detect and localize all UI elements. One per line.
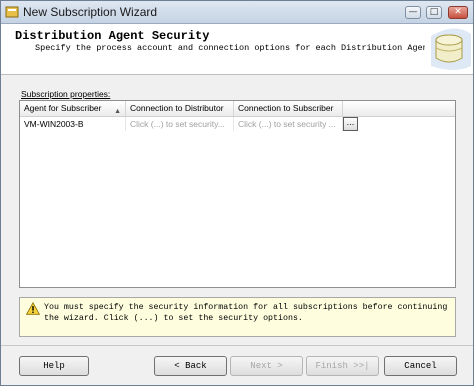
finish-button[interactable]: Finish >>| <box>306 356 379 376</box>
wizard-window: New Subscription Wizard — □ ✕ Distributi… <box>0 0 474 386</box>
minimize-button[interactable]: — <box>405 6 421 19</box>
title-bar[interactable]: New Subscription Wizard — □ ✕ <box>1 1 473 24</box>
next-button[interactable]: Next > <box>230 356 303 376</box>
distributor-connection-cell[interactable]: Click (...) to set security... <box>126 117 234 131</box>
column-header-distributor[interactable]: Connection to Distributor <box>126 101 234 116</box>
subscriber-cell[interactable]: VM-WIN2003-B <box>20 117 126 131</box>
close-button[interactable]: ✕ <box>448 6 468 19</box>
page-subtitle: Specify the process account and connecti… <box>35 43 438 53</box>
subscriber-connection-cell[interactable]: Click (...) to set security ... <box>234 117 343 131</box>
grid-header: Agent for Subscriber ▲ Connection to Dis… <box>20 101 455 117</box>
column-header-agent[interactable]: Agent for Subscriber ▲ <box>20 101 126 116</box>
wizard-database-icon <box>425 26 471 72</box>
page-header: Distribution Agent Security Specify the … <box>1 24 473 75</box>
set-security-button[interactable]: ... <box>343 117 358 131</box>
page-title: Distribution Agent Security <box>15 29 210 43</box>
footer-divider <box>1 345 473 346</box>
cancel-button-label: Cancel <box>404 361 437 371</box>
help-button[interactable]: Help <box>19 356 89 376</box>
window-title: New Subscription Wizard <box>23 5 158 19</box>
column-header-subscriber[interactable]: Connection to Subscriber <box>234 101 343 116</box>
help-button-label: Help <box>43 361 65 371</box>
warning-triangle-icon <box>26 302 40 315</box>
table-row[interactable]: VM-WIN2003-B Click (...) to set security… <box>20 117 455 131</box>
subscription-properties-label: Subscription properties: <box>21 89 111 99</box>
back-button-label: < Back <box>174 361 207 371</box>
maximize-button[interactable]: □ <box>426 6 442 19</box>
finish-button-label: Finish >>| <box>315 361 370 371</box>
warning-message: You must specify the security informatio… <box>19 297 456 337</box>
warning-text: You must specify the security informatio… <box>44 303 448 323</box>
next-button-label: Next > <box>250 361 283 371</box>
cancel-button[interactable]: Cancel <box>384 356 457 376</box>
app-icon <box>5 6 19 18</box>
subscription-properties-grid[interactable]: Agent for Subscriber ▲ Connection to Dis… <box>19 100 456 288</box>
column-header-label: Agent for Subscriber <box>24 103 102 113</box>
back-button[interactable]: < Back <box>154 356 227 376</box>
